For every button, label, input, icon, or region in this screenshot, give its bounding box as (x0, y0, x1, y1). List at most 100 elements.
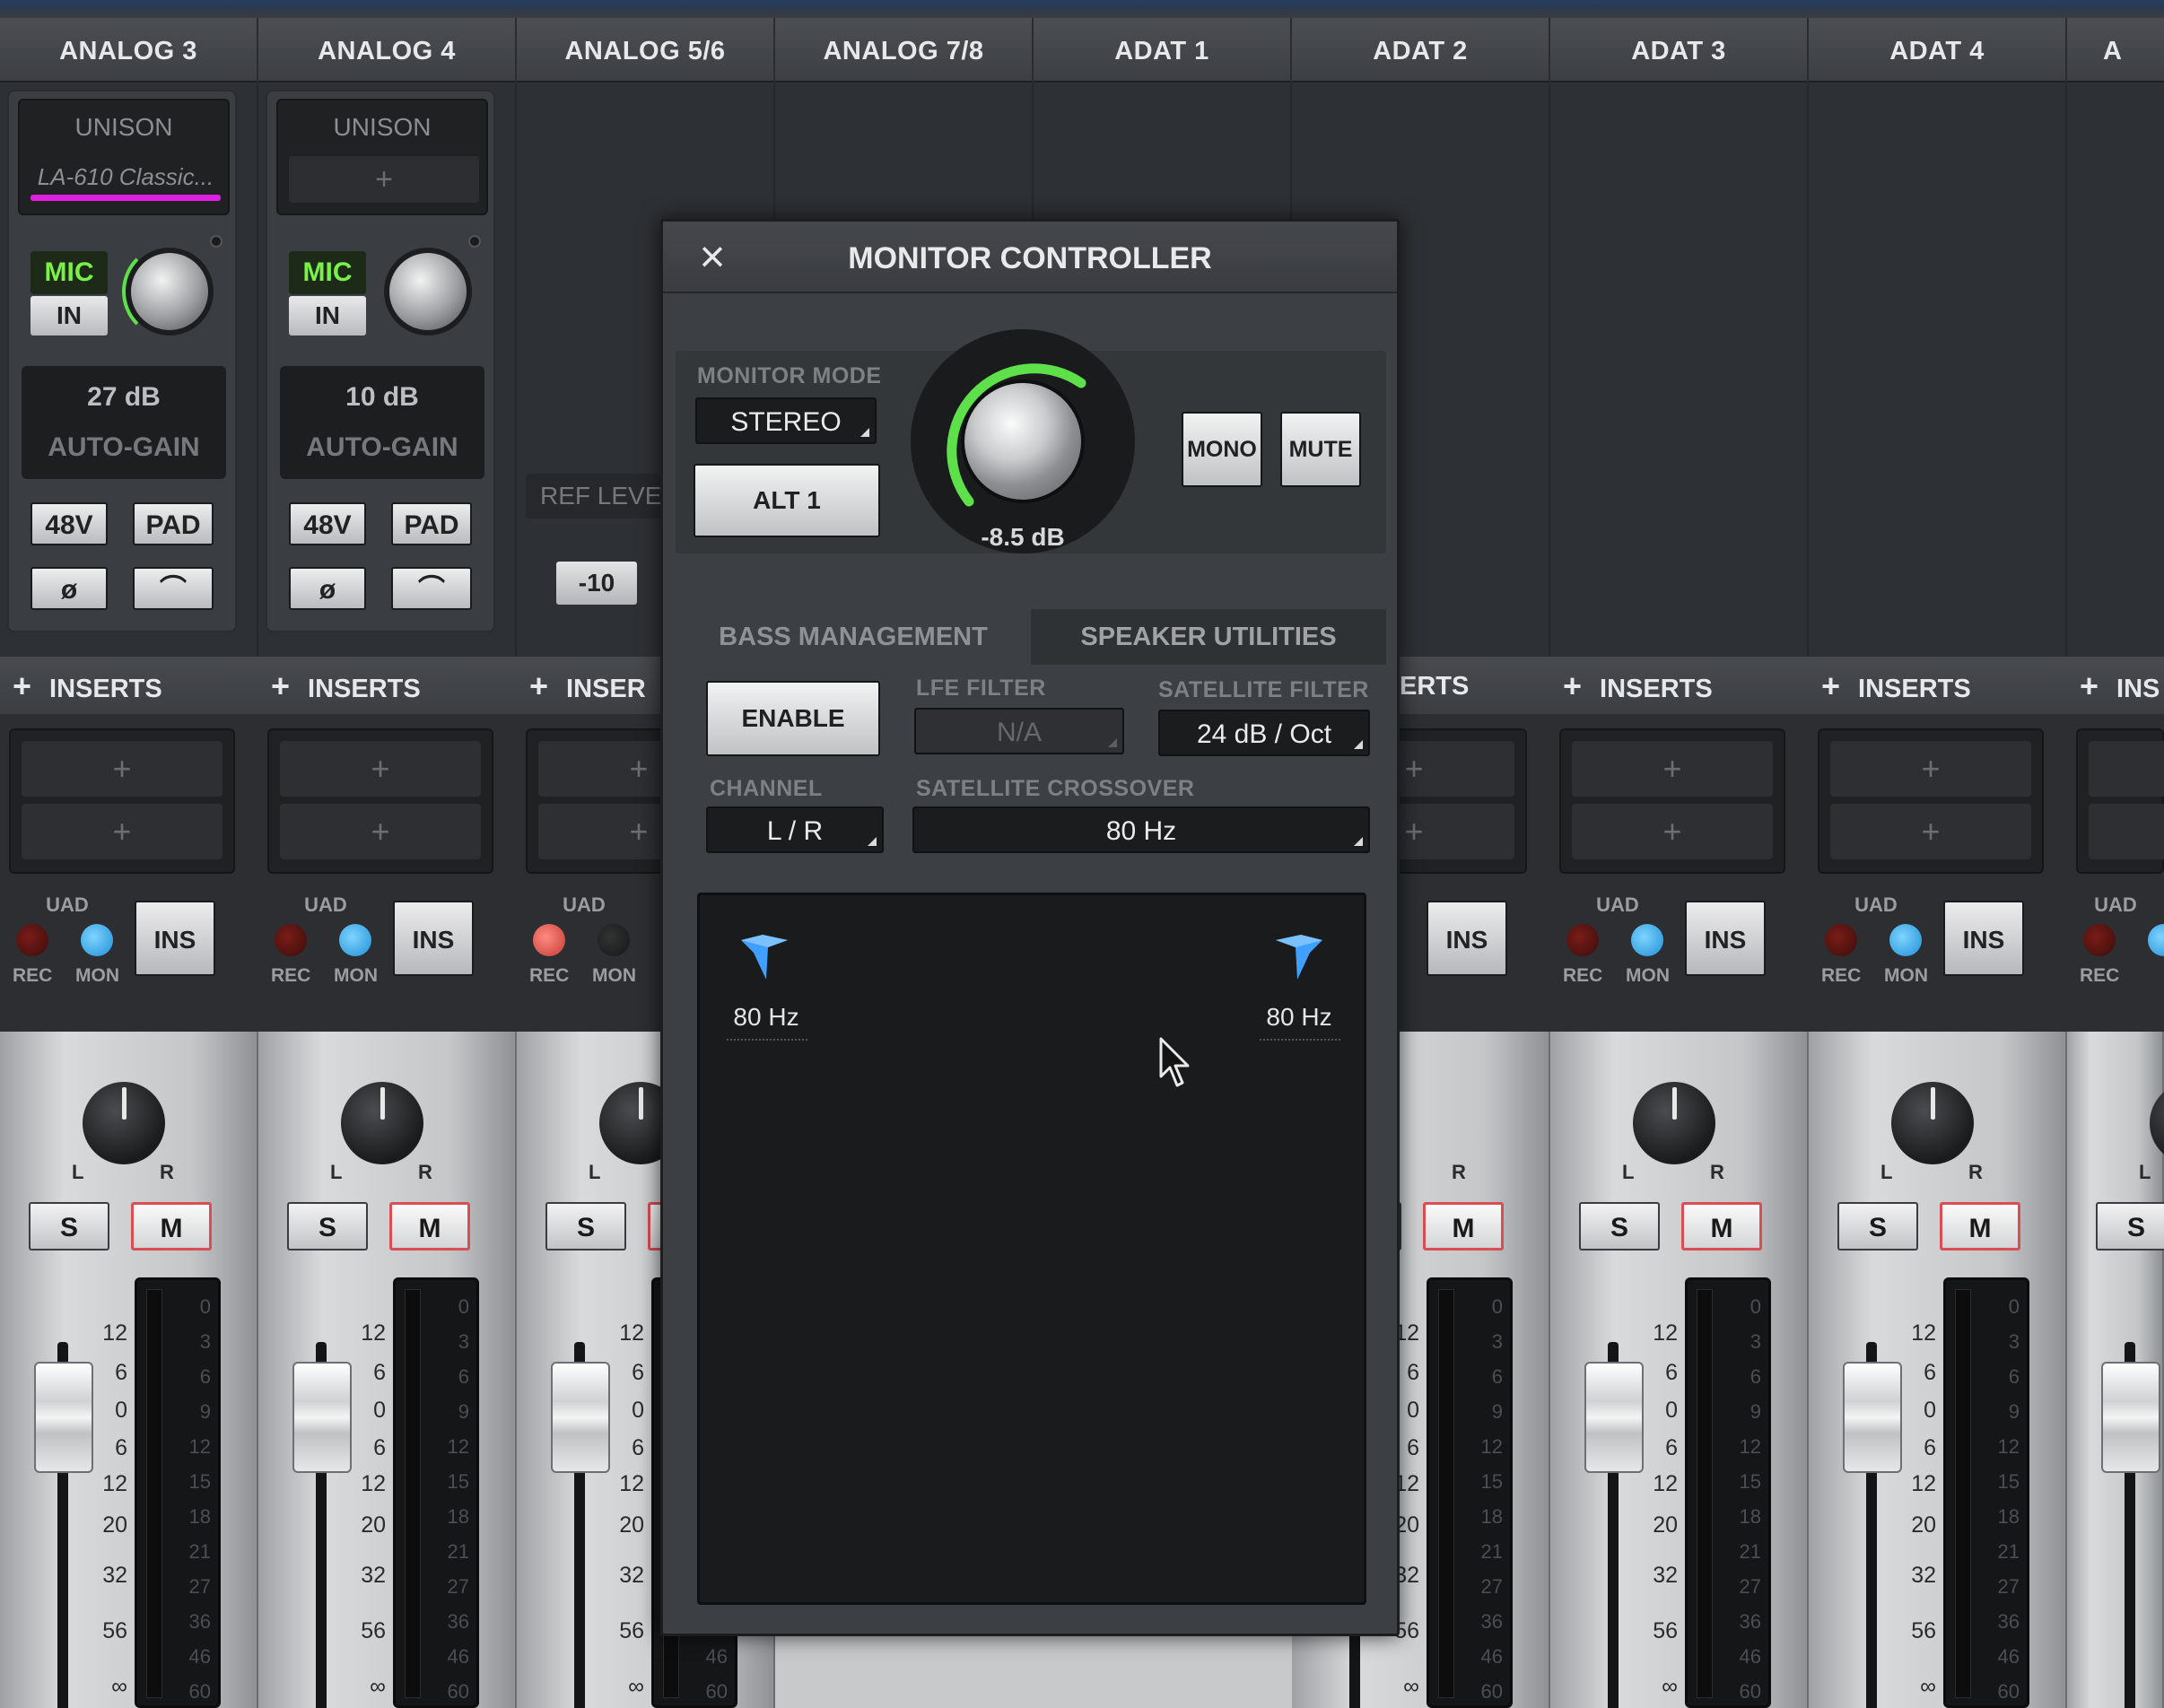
mon-led[interactable] (2148, 924, 2164, 956)
phantom-power-button[interactable]: 48V (31, 502, 108, 545)
phase-invert-button[interactable]: ø (289, 567, 366, 610)
channel-name-analog3[interactable]: ANALOG 3 (0, 18, 258, 83)
mute-button[interactable]: M (1681, 1202, 1762, 1250)
low-cut-button[interactable]: ⌒ (391, 567, 472, 610)
pan-knob[interactable] (1633, 1082, 1715, 1164)
solo-button[interactable]: S (287, 1202, 368, 1250)
preamp-status-led (210, 235, 223, 248)
insert-slot[interactable]: + (22, 741, 223, 797)
rec-led[interactable] (1566, 924, 1599, 956)
pad-button[interactable]: PAD (133, 502, 214, 545)
insert-slot[interactable] (2089, 741, 2164, 797)
channel-name-adat4[interactable]: ADAT 4 (1809, 18, 2067, 83)
pan-left-label: L (2139, 1161, 2151, 1183)
monitor-mode-dropdown[interactable]: STEREO (695, 397, 877, 444)
unison-add-plugin[interactable]: + (289, 156, 479, 203)
solo-button[interactable]: S (1837, 1202, 1918, 1250)
alt-1-button[interactable]: ALT 1 (694, 464, 880, 537)
mon-led[interactable] (598, 924, 630, 956)
channel-name-adat2[interactable]: ADAT 2 (1292, 18, 1550, 83)
left-speaker-icon[interactable] (736, 928, 793, 985)
fader-scale-label: 6 (373, 1435, 386, 1460)
ins-button[interactable]: INS (135, 901, 215, 976)
auto-gain-label[interactable]: AUTO-GAIN (280, 432, 484, 463)
inserts-header[interactable]: ERTS (1400, 657, 1469, 714)
ins-button[interactable]: INS (1427, 901, 1507, 976)
satellite-filter-dropdown[interactable]: 24 dB / Oct (1158, 710, 1370, 756)
input-select-button[interactable]: IN (31, 296, 108, 336)
channel-name-analog78[interactable]: ANALOG 7/8 (775, 18, 1034, 83)
rec-led[interactable] (1825, 924, 1857, 956)
mon-led[interactable] (81, 924, 113, 956)
auto-gain-label[interactable]: AUTO-GAIN (22, 432, 226, 463)
inserts-header[interactable]: + INSERTS (271, 657, 421, 714)
mute-button[interactable]: M (1423, 1202, 1504, 1250)
insert-slot[interactable]: + (1830, 804, 2031, 859)
enable-button[interactable]: ENABLE (706, 681, 880, 756)
mute-button[interactable]: M (389, 1202, 470, 1250)
channel-dropdown[interactable]: L / R (706, 806, 884, 853)
insert-slot[interactable]: + (280, 804, 481, 859)
insert-slot[interactable]: + (1572, 741, 1773, 797)
insert-slot[interactable]: + (22, 804, 223, 859)
inserts-header[interactable]: + INSERTS (1563, 657, 1713, 714)
volume-knob[interactable] (964, 383, 1081, 500)
solo-button[interactable]: S (29, 1202, 109, 1250)
ins-button[interactable]: INS (1685, 901, 1766, 976)
mon-led[interactable] (1631, 924, 1663, 956)
gain-knob[interactable] (389, 253, 467, 330)
unison-slot[interactable]: UNISON LA-610 Classic... (18, 99, 230, 215)
mic-input-indicator[interactable]: MIC (31, 251, 108, 294)
lfe-filter-dropdown[interactable]: N/A (914, 708, 1124, 754)
solo-button[interactable]: S (1579, 1202, 1660, 1250)
ins-button[interactable]: INS (393, 901, 474, 976)
fader-scale-label: ∞ (1403, 1674, 1419, 1699)
mon-led[interactable] (1889, 924, 1922, 956)
phantom-power-button[interactable]: 48V (289, 502, 366, 545)
mute-button[interactable]: MUTE (1280, 412, 1361, 487)
ref-level-button[interactable]: -10 (556, 562, 637, 605)
mon-led[interactable] (339, 924, 371, 956)
speaker-layout-graph[interactable]: 80 Hz 80 Hz (697, 893, 1366, 1605)
input-select-button[interactable]: IN (289, 296, 366, 336)
pan-knob[interactable] (341, 1082, 423, 1164)
tab-bass-management[interactable]: BASS MANAGEMENT (676, 609, 1031, 665)
solo-button[interactable]: S (545, 1202, 626, 1250)
inserts-header[interactable]: + INSER (529, 657, 646, 714)
satellite-crossover-dropdown[interactable]: 80 Hz (912, 806, 1370, 853)
insert-slot[interactable]: + (280, 741, 481, 797)
rec-led[interactable] (275, 924, 307, 956)
solo-button[interactable]: S (2096, 1202, 2164, 1250)
channel-name-adat1[interactable]: ADAT 1 (1034, 18, 1292, 83)
gain-knob[interactable] (131, 253, 208, 330)
ins-button[interactable]: INS (1943, 901, 2024, 976)
rec-led[interactable] (533, 924, 565, 956)
mic-input-indicator[interactable]: MIC (289, 251, 366, 294)
pan-knob[interactable] (1891, 1082, 1974, 1164)
insert-slot[interactable] (2089, 804, 2164, 859)
inserts-header[interactable]: + INSERTS (1821, 657, 1971, 714)
preamp-status-led (468, 235, 481, 248)
right-speaker-icon[interactable] (1270, 928, 1328, 985)
channel-name-adat3[interactable]: ADAT 3 (1550, 18, 1809, 83)
insert-slot[interactable]: + (1830, 741, 2031, 797)
pan-knob[interactable] (83, 1082, 165, 1164)
rec-led[interactable] (16, 924, 48, 956)
phase-invert-button[interactable]: ø (31, 567, 108, 610)
unison-slot[interactable]: UNISON + (276, 99, 488, 215)
low-cut-button[interactable]: ⌒ (133, 567, 214, 610)
inserts-header[interactable]: + INS (2080, 657, 2160, 714)
channel-name-partial[interactable]: A (2067, 18, 2164, 83)
tab-speaker-utilities[interactable]: SPEAKER UTILITIES (1031, 609, 1386, 665)
mute-button[interactable]: M (1940, 1202, 2020, 1250)
channel-name-analog4[interactable]: ANALOG 4 (258, 18, 517, 83)
inserts-header[interactable]: + INSERTS (13, 657, 162, 714)
pad-button[interactable]: PAD (391, 502, 472, 545)
channel-name-analog56[interactable]: ANALOG 5/6 (517, 18, 775, 83)
mute-button[interactable]: M (131, 1202, 212, 1250)
pan-right-label: R (418, 1161, 432, 1183)
close-icon[interactable]: × (690, 234, 735, 279)
rec-led[interactable] (2083, 924, 2116, 956)
mono-button[interactable]: MONO (1182, 412, 1262, 487)
insert-slot[interactable]: + (1572, 804, 1773, 859)
